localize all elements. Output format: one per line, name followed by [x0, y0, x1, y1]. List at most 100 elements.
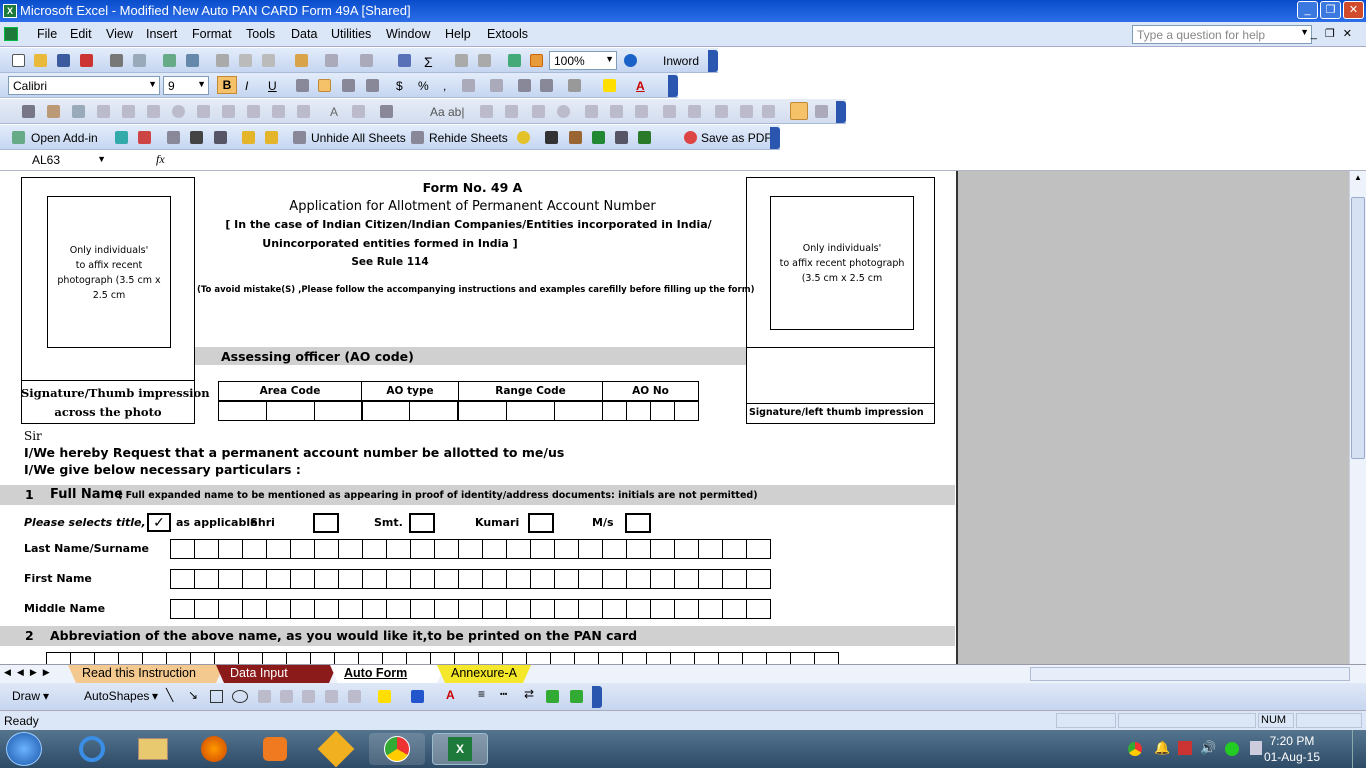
dash-style-icon[interactable]: ┅ — [500, 687, 507, 701]
abbreviation-cell[interactable] — [214, 652, 239, 664]
line-style-icon[interactable]: ≡ — [478, 687, 485, 701]
abbreviation-cell[interactable] — [454, 652, 479, 664]
save-icon[interactable] — [57, 54, 70, 67]
notepad-icon[interactable] — [615, 131, 628, 144]
menu-edit[interactable]: Edit — [70, 27, 92, 41]
ao-range-cell[interactable] — [458, 401, 507, 421]
middle-name-cell[interactable] — [698, 599, 723, 619]
rehide-sheets-icon[interactable] — [411, 131, 424, 144]
first-name-cell[interactable] — [698, 569, 723, 589]
tab-navigation-icon[interactable]: ◀◀▶▶ — [4, 667, 56, 678]
middle-name-cell[interactable] — [170, 599, 195, 619]
first-name-cell[interactable] — [674, 569, 699, 589]
vertical-scrollbar[interactable]: ▲ — [1349, 171, 1366, 664]
inword-button[interactable]: Inword — [663, 54, 699, 68]
middle-name-cell[interactable] — [530, 599, 555, 619]
taskbar-media-icon[interactable] — [247, 733, 303, 765]
button-control-icon[interactable] — [147, 105, 160, 118]
undo-icon[interactable] — [325, 54, 338, 67]
ao-type-cell[interactable] — [361, 401, 410, 421]
arrow-icon[interactable]: ↘ — [188, 688, 198, 702]
shadow-icon[interactable] — [546, 690, 559, 703]
title-ms-checkbox[interactable] — [625, 513, 651, 533]
abbreviation-cell[interactable] — [478, 652, 503, 664]
last-name-cell[interactable] — [218, 539, 243, 559]
menu-utilities[interactable]: Utilities — [331, 27, 371, 41]
first-name-cell[interactable] — [170, 569, 195, 589]
menu-insert[interactable]: Insert — [146, 27, 177, 41]
menu-help[interactable]: Help — [445, 27, 471, 41]
abbreviation-cell[interactable] — [598, 652, 623, 664]
remove-addin-icon[interactable] — [138, 131, 151, 144]
wordart-icon[interactable] — [302, 690, 315, 703]
minimize-button[interactable]: _ — [1297, 1, 1318, 19]
middle-name-cell[interactable] — [362, 599, 387, 619]
arrow-style-icon[interactable]: ⇄ — [524, 687, 534, 701]
middle-name-cell[interactable] — [506, 599, 531, 619]
print-icon[interactable] — [110, 54, 123, 67]
last-name-cell[interactable] — [506, 539, 531, 559]
middle-name-cell[interactable] — [266, 599, 291, 619]
form-scrollbar-icon[interactable] — [663, 105, 676, 118]
title-kumari-checkbox[interactable] — [528, 513, 554, 533]
ao-no-cell[interactable] — [602, 401, 627, 421]
research-icon[interactable] — [186, 54, 199, 67]
last-name-cell[interactable] — [626, 539, 651, 559]
abbreviation-cell[interactable] — [382, 652, 407, 664]
line-icon[interactable]: ╲ — [166, 688, 173, 702]
first-name-cell[interactable] — [386, 569, 411, 589]
print-preview-icon[interactable] — [133, 54, 146, 67]
draw-menu-button[interactable]: Draw — [12, 689, 40, 703]
spinner-control-icon[interactable] — [272, 105, 285, 118]
first-name-cell[interactable] — [314, 569, 339, 589]
sort-ascending-icon[interactable] — [455, 54, 468, 67]
tray-flag-icon[interactable] — [1178, 741, 1192, 755]
rectangle-icon[interactable] — [210, 690, 223, 703]
properties-icon[interactable] — [47, 105, 60, 118]
control-properties-icon[interactable] — [715, 105, 728, 118]
first-name-cell[interactable] — [362, 569, 387, 589]
grid-icon[interactable] — [190, 131, 203, 144]
toggle-grid-off-icon[interactable] — [762, 105, 775, 118]
design-mode-icon[interactable] — [22, 105, 35, 118]
last-name-cell[interactable] — [290, 539, 315, 559]
middle-name-cell[interactable] — [314, 599, 339, 619]
middle-name-cell[interactable] — [722, 599, 747, 619]
form-spinner-icon[interactable] — [688, 105, 701, 118]
abbreviation-cell[interactable] — [334, 652, 359, 664]
pdf-icon[interactable] — [684, 131, 697, 144]
abbreviation-cell[interactable] — [718, 652, 743, 664]
more-controls-icon[interactable] — [380, 105, 393, 118]
last-name-cell[interactable] — [698, 539, 723, 559]
merge-center-icon[interactable] — [366, 79, 379, 92]
font-color-icon[interactable]: A — [636, 79, 645, 93]
percent-icon[interactable]: % — [418, 79, 429, 93]
zoom-combo[interactable]: 100% ▼ — [549, 51, 617, 70]
form-option-icon[interactable] — [557, 105, 570, 118]
worksheet[interactable]: Only individuals' to affix recent photog… — [0, 171, 1366, 664]
abbreviation-cell[interactable] — [526, 652, 551, 664]
first-name-cell[interactable] — [410, 569, 435, 589]
title-shri-checkbox[interactable] — [313, 513, 339, 533]
last-name-cell[interactable] — [434, 539, 459, 559]
taskbar-chrome-icon[interactable] — [369, 733, 425, 765]
last-name-cell[interactable] — [458, 539, 483, 559]
last-name-cell[interactable] — [746, 539, 771, 559]
textbox-icon[interactable] — [258, 690, 271, 703]
first-name-cell[interactable] — [458, 569, 483, 589]
vertical-textbox-icon[interactable] — [280, 690, 293, 703]
last-name-cell[interactable] — [602, 539, 627, 559]
first-name-cell[interactable] — [338, 569, 363, 589]
save-pdf-button[interactable]: Save as PDF — [701, 131, 772, 145]
taskbar-app-icon[interactable] — [308, 730, 364, 768]
last-name-cell[interactable] — [722, 539, 747, 559]
align-center-icon[interactable] — [318, 79, 331, 92]
help-search-input[interactable]: Type a question for help ▼ — [1132, 25, 1312, 44]
clipart-icon[interactable] — [348, 690, 361, 703]
first-name-cell[interactable] — [482, 569, 507, 589]
scroll-up-icon[interactable]: ▲ — [1350, 173, 1366, 182]
abbreviation-cell[interactable] — [142, 652, 167, 664]
tray-notification-icon[interactable]: 🔔 — [1154, 740, 1170, 756]
redo-icon[interactable] — [360, 54, 373, 67]
first-name-cell[interactable] — [242, 569, 267, 589]
